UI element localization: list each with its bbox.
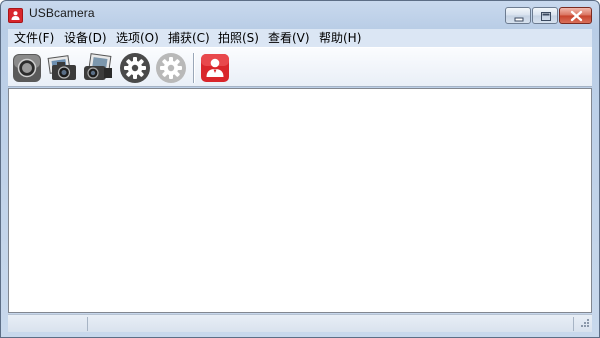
device-settings-button[interactable] [119, 52, 151, 84]
record-video-button[interactable] [82, 52, 114, 84]
resize-grip-icon[interactable] [578, 318, 590, 330]
video-camera-icon [84, 53, 112, 80]
status-pane-secondary [90, 317, 574, 331]
status-bar [8, 314, 592, 332]
menu-view[interactable]: 查看(V) [266, 30, 312, 46]
menu-file[interactable]: 文件(F) [12, 30, 56, 46]
photo-camera-icon [47, 55, 76, 80]
menu-capture[interactable]: 捕获(C) [166, 30, 212, 46]
menu-bar: 文件(F) 设备(D) 选项(O) 捕获(C) 拍照(S) 查看(V) 帮助(H… [8, 29, 592, 47]
window-title: USBcamera [29, 6, 95, 20]
status-pane-primary [8, 317, 88, 331]
menu-help[interactable]: 帮助(H) [317, 30, 363, 46]
toolbar [8, 47, 592, 87]
usb-camera-app-icon[interactable] [8, 8, 23, 23]
app-window: USBcamera 文件(F) 设备(D) 选项(O) 捕获(C) 拍照(S) … [0, 0, 600, 338]
minimize-button[interactable] [505, 7, 531, 24]
menu-options[interactable]: 选项(O) [114, 30, 161, 46]
user-profile-icon [201, 54, 229, 82]
settings-gear-disabled-icon [156, 53, 186, 83]
camera-preview-area[interactable] [8, 88, 592, 313]
settings-gear-icon [120, 53, 150, 83]
menu-snapshot[interactable]: 拍照(S) [216, 30, 261, 46]
title-bar[interactable]: USBcamera [1, 1, 599, 29]
close-button[interactable] [559, 7, 592, 24]
close-icon [570, 10, 583, 22]
record-icon [13, 54, 41, 82]
record-button[interactable] [11, 52, 43, 84]
take-photo-button[interactable] [46, 52, 78, 84]
user-profile-button[interactable] [199, 52, 231, 84]
minimize-icon [514, 17, 524, 22]
toolbar-separator [193, 53, 195, 83]
menu-device[interactable]: 设备(D) [62, 30, 109, 46]
maximize-button[interactable] [532, 7, 558, 24]
maximize-icon [541, 12, 551, 21]
capture-settings-button[interactable] [155, 52, 187, 84]
